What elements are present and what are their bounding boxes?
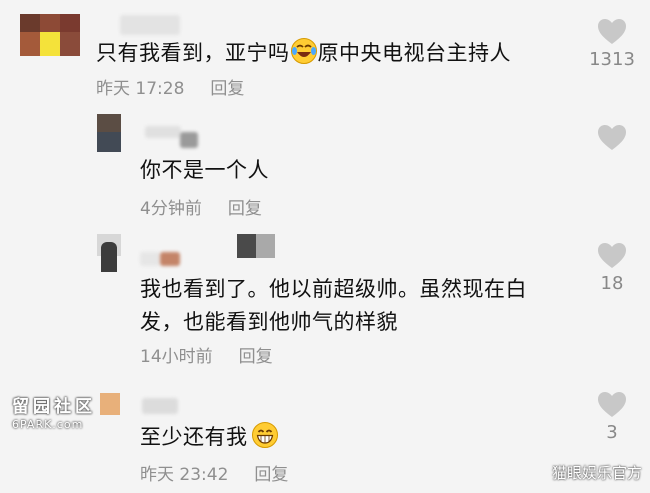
username-blurred — [120, 15, 180, 35]
reply-button[interactable]: 回复 — [239, 347, 273, 367]
comment-text: 我也看到了。他以前超级帅。虽然现在白 发，也能看到他帅气的样貌 — [140, 274, 527, 337]
comment-meta: 14小时前 回复 — [140, 346, 273, 368]
comment-text-part1: 只有我看到，亚宁吗 — [96, 41, 290, 65]
avatar[interactable] — [97, 114, 121, 152]
username-blurred — [142, 398, 178, 414]
comment-text: 你不是一个人 — [140, 158, 269, 182]
source-watermark: 猫眼娱乐官方 — [551, 464, 642, 482]
comment-meta: 昨天 23:42 回复 — [140, 464, 288, 486]
like-button[interactable]: 18 — [582, 242, 642, 294]
heart-icon — [598, 19, 626, 44]
timestamp: 昨天 17:28 — [96, 79, 185, 99]
timestamp: 昨天 23:42 — [140, 465, 229, 485]
comment-meta: 昨天 17:28 回复 — [96, 78, 244, 100]
watermark-site-name: 留园社区 — [12, 397, 96, 417]
comment-text: 只有我看到，亚宁吗 原中央电视台主持人 — [96, 37, 511, 73]
like-count: 18 — [600, 273, 624, 294]
reply-button[interactable]: 回复 — [210, 79, 244, 99]
comment-text-line2: 发，也能看到他帅气的样貌 — [140, 310, 398, 334]
timestamp: 14小时前 — [140, 347, 213, 367]
timestamp: 4分钟前 — [140, 199, 202, 219]
comment-text: 至少还有我 — [140, 421, 279, 457]
heart-icon — [598, 125, 626, 150]
comment-text-part1: 至少还有我 — [140, 425, 248, 449]
username-blurred — [145, 126, 181, 138]
like-count: 3 — [606, 422, 618, 443]
comment-text-line1: 我也看到了。他以前超级帅。虽然现在白 — [140, 277, 527, 301]
watermark-site-url: 6PARK.com — [12, 418, 84, 431]
avatar[interactable] — [100, 393, 120, 415]
heart-icon — [598, 243, 626, 268]
like-button[interactable] — [582, 124, 642, 155]
avatar[interactable] — [97, 234, 121, 272]
grinning-emoji-icon — [251, 421, 279, 457]
badge-blurred — [237, 234, 275, 258]
avatar[interactable] — [20, 14, 80, 56]
laughing-tears-emoji-icon — [290, 37, 318, 73]
username-blurred-2 — [160, 252, 180, 266]
username-blurred-2 — [180, 132, 198, 148]
heart-icon — [598, 392, 626, 417]
reply-button[interactable]: 回复 — [254, 465, 288, 485]
like-button[interactable]: 1313 — [582, 18, 642, 70]
like-count: 1313 — [589, 49, 635, 70]
site-watermark: 留园社区 6PARK.com — [12, 392, 96, 431]
like-button[interactable]: 3 — [582, 391, 642, 443]
comment-text-part2: 原中央电视台主持人 — [317, 41, 511, 65]
username-blurred — [140, 252, 160, 266]
comment-meta: 4分钟前 回复 — [140, 198, 262, 220]
reply-button[interactable]: 回复 — [228, 199, 262, 219]
